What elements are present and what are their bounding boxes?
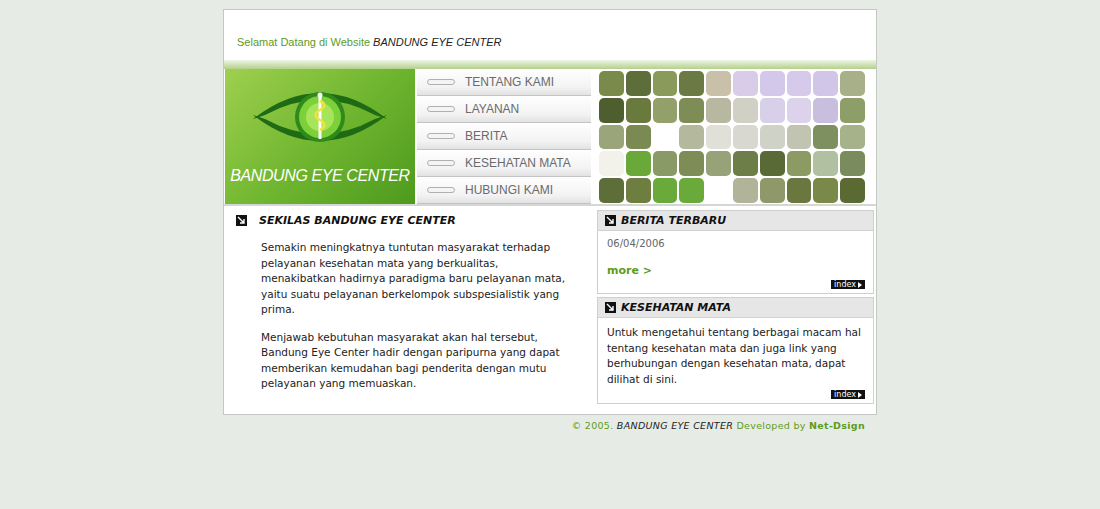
site-frame: Selamat Datang di WebsiteBANDUNG EYE CEN… <box>223 9 877 415</box>
eye-health-title: KESEHATAN MATA <box>598 298 873 318</box>
arrow-icon <box>605 302 616 313</box>
logo[interactable]: BANDUNG EYE CENTER <box>225 69 415 204</box>
photo-tile <box>653 178 678 203</box>
photo-tile <box>679 178 704 203</box>
photo-mosaic <box>599 71 865 203</box>
photo-tile <box>733 151 758 176</box>
main-menu: TENTANG KAMILAYANANBERITAKESEHATAN MATAH… <box>417 69 591 204</box>
photo-tile <box>706 98 731 123</box>
photo-tile <box>840 178 865 203</box>
news-body: 06/04/2006 more > index <box>598 231 873 293</box>
photo-tile <box>787 71 812 96</box>
developer-link[interactable]: Net-Dsign <box>809 420 865 431</box>
menu-bar-icon <box>427 160 455 166</box>
banner: BANDUNG EYE CENTER TENTANG KAMILAYANANBER… <box>224 69 876 206</box>
logo-text: BANDUNG EYE CENTER <box>230 167 410 185</box>
menu-item[interactable]: BERITA <box>417 123 591 150</box>
photo-tile <box>760 151 785 176</box>
photo-tile <box>679 98 704 123</box>
photo-tile <box>653 125 678 150</box>
photo-tile <box>626 125 651 150</box>
photo-tile <box>653 151 678 176</box>
intro-title: SEKILAS BANDUNG EYE CENTER <box>236 214 574 227</box>
intro-paragraph: Menjawab kebutuhan masyarakat akan hal t… <box>261 330 574 392</box>
photo-tile <box>679 71 704 96</box>
photo-tile <box>813 98 838 123</box>
sidebar: BERITA TERBARU06/04/2006more >indexKESEH… <box>584 206 876 414</box>
eye-health-box: KESEHATAN MATA Untuk mengetahui tentang b… <box>597 297 874 404</box>
photo-tile <box>760 178 785 203</box>
photo-tile <box>599 178 624 203</box>
photo-tile <box>760 125 785 150</box>
eye-logo-icon <box>245 81 395 153</box>
photo-tile <box>840 71 865 96</box>
intro-text: Semakin meningkatnya tuntutan masyarakat… <box>236 240 574 392</box>
menu-bar-icon <box>427 133 455 139</box>
index-button[interactable]: index <box>831 390 865 399</box>
menu-item[interactable]: KESEHATAN MATA <box>417 150 591 177</box>
photo-tile <box>840 125 865 150</box>
photo-tile <box>787 178 812 203</box>
photo-tile <box>679 125 704 150</box>
photo-tile <box>733 71 758 96</box>
intro-section: SEKILAS BANDUNG EYE CENTER Semakin mening… <box>224 206 584 414</box>
menu-bar-icon <box>427 187 455 193</box>
news-title: BERITA TERBARU <box>598 211 873 231</box>
photo-tile <box>706 178 731 203</box>
eye-health-body: Untuk mengetahui tentang berbagai macam … <box>598 318 873 403</box>
site-name: BANDUNG EYE CENTER <box>373 36 501 48</box>
play-arrow-icon <box>858 392 862 398</box>
photo-tile <box>626 151 651 176</box>
photo-tile <box>760 98 785 123</box>
photo-tile <box>813 125 838 150</box>
arrow-icon <box>236 215 247 226</box>
content: SEKILAS BANDUNG EYE CENTER Semakin mening… <box>224 206 876 414</box>
news-box: BERITA TERBARU 06/04/2006 more > index <box>597 210 874 294</box>
eye-health-text: Untuk mengetahui tentang berbagai macam … <box>607 325 865 387</box>
photo-tile <box>706 71 731 96</box>
photo-tile <box>653 98 678 123</box>
photo-tile <box>733 98 758 123</box>
photo-tile <box>760 71 785 96</box>
photo-tile <box>733 125 758 150</box>
photo-tile <box>653 71 678 96</box>
news-date: 06/04/2006 <box>607 238 865 249</box>
play-arrow-icon <box>858 282 862 288</box>
intro-paragraph: Semakin meningkatnya tuntutan masyarakat… <box>261 240 574 318</box>
photo-tile <box>626 98 651 123</box>
more-link[interactable]: more > <box>607 264 865 277</box>
footer-site-name: BANDUNG EYE CENTER <box>617 420 733 431</box>
photo-tile <box>813 71 838 96</box>
photo-tile <box>787 98 812 123</box>
photo-tile <box>599 125 624 150</box>
photo-tile <box>733 178 758 203</box>
menu-item[interactable]: LAYANAN <box>417 96 591 123</box>
photo-tile <box>679 151 704 176</box>
photo-tile <box>706 125 731 150</box>
page: Selamat Datang di WebsiteBANDUNG EYE CEN… <box>0 0 1100 431</box>
menu-item[interactable]: TENTANG KAMI <box>417 69 591 96</box>
photo-tile <box>813 151 838 176</box>
photo-tile <box>626 71 651 96</box>
photo-tile <box>840 151 865 176</box>
photo-tile <box>840 98 865 123</box>
footer: © 2005. BANDUNG EYE CENTER Developed by … <box>223 420 877 431</box>
photo-tile <box>599 71 624 96</box>
menu-item[interactable]: HUBUNGI KAMI <box>417 177 591 204</box>
arrow-icon <box>605 215 616 226</box>
index-button[interactable]: index <box>831 280 865 289</box>
menu-bar-icon <box>427 106 455 112</box>
header-strip <box>224 60 876 69</box>
header: Selamat Datang di WebsiteBANDUNG EYE CEN… <box>224 10 876 60</box>
photo-tile <box>626 178 651 203</box>
photo-tile <box>706 151 731 176</box>
photo-tile <box>599 98 624 123</box>
photo-tile <box>813 178 838 203</box>
photo-tile <box>599 151 624 176</box>
menu-bar-icon <box>427 79 455 85</box>
photo-tile <box>787 125 812 150</box>
photo-tile <box>787 151 812 176</box>
greeting: Selamat Datang di Website <box>237 36 370 48</box>
